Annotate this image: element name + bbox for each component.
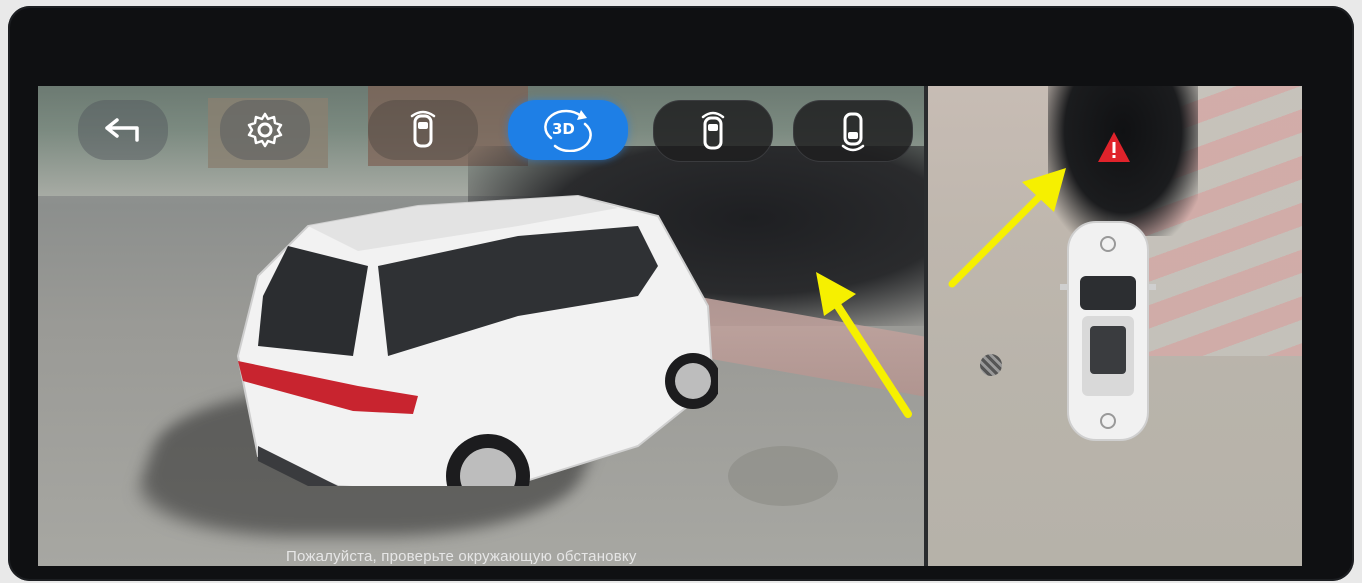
car-topdown-model (1060, 221, 1156, 441)
annotation-arrow (816, 272, 912, 418)
view-side-button[interactable] (653, 100, 773, 162)
annotation-arrow (948, 168, 1066, 288)
view-rear-button[interactable] (793, 100, 913, 162)
car-sensor-front-icon (701, 111, 725, 150)
back-arrow-icon (105, 118, 139, 142)
warning-triangle-icon (1098, 132, 1130, 162)
car-3d-model (236, 194, 718, 486)
back-button[interactable] (78, 100, 168, 160)
settings-button[interactable] (220, 100, 310, 160)
gear-icon (247, 112, 283, 148)
view-toolbar: 3D (38, 86, 924, 176)
view-front-button[interactable] (368, 100, 478, 160)
car-front-view-icon (410, 110, 436, 148)
view-topdown-panel (928, 86, 1302, 566)
ground-stain (728, 446, 838, 506)
view-3d-panel: 3D Пожалуйста, проверьте окружающую обст… (38, 86, 924, 566)
view-3d-label: 3D (552, 120, 575, 138)
car-sensor-rear-icon (841, 112, 865, 152)
safety-notice: Пожалуйста, проверьте окружающую обстано… (286, 548, 637, 565)
drain-grate (980, 354, 1002, 376)
camera-screen: 3D Пожалуйста, проверьте окружающую обст… (38, 86, 1302, 566)
display-bezel: 3D Пожалуйста, проверьте окружающую обст… (8, 6, 1354, 581)
view-3d-button[interactable]: 3D (508, 100, 628, 160)
